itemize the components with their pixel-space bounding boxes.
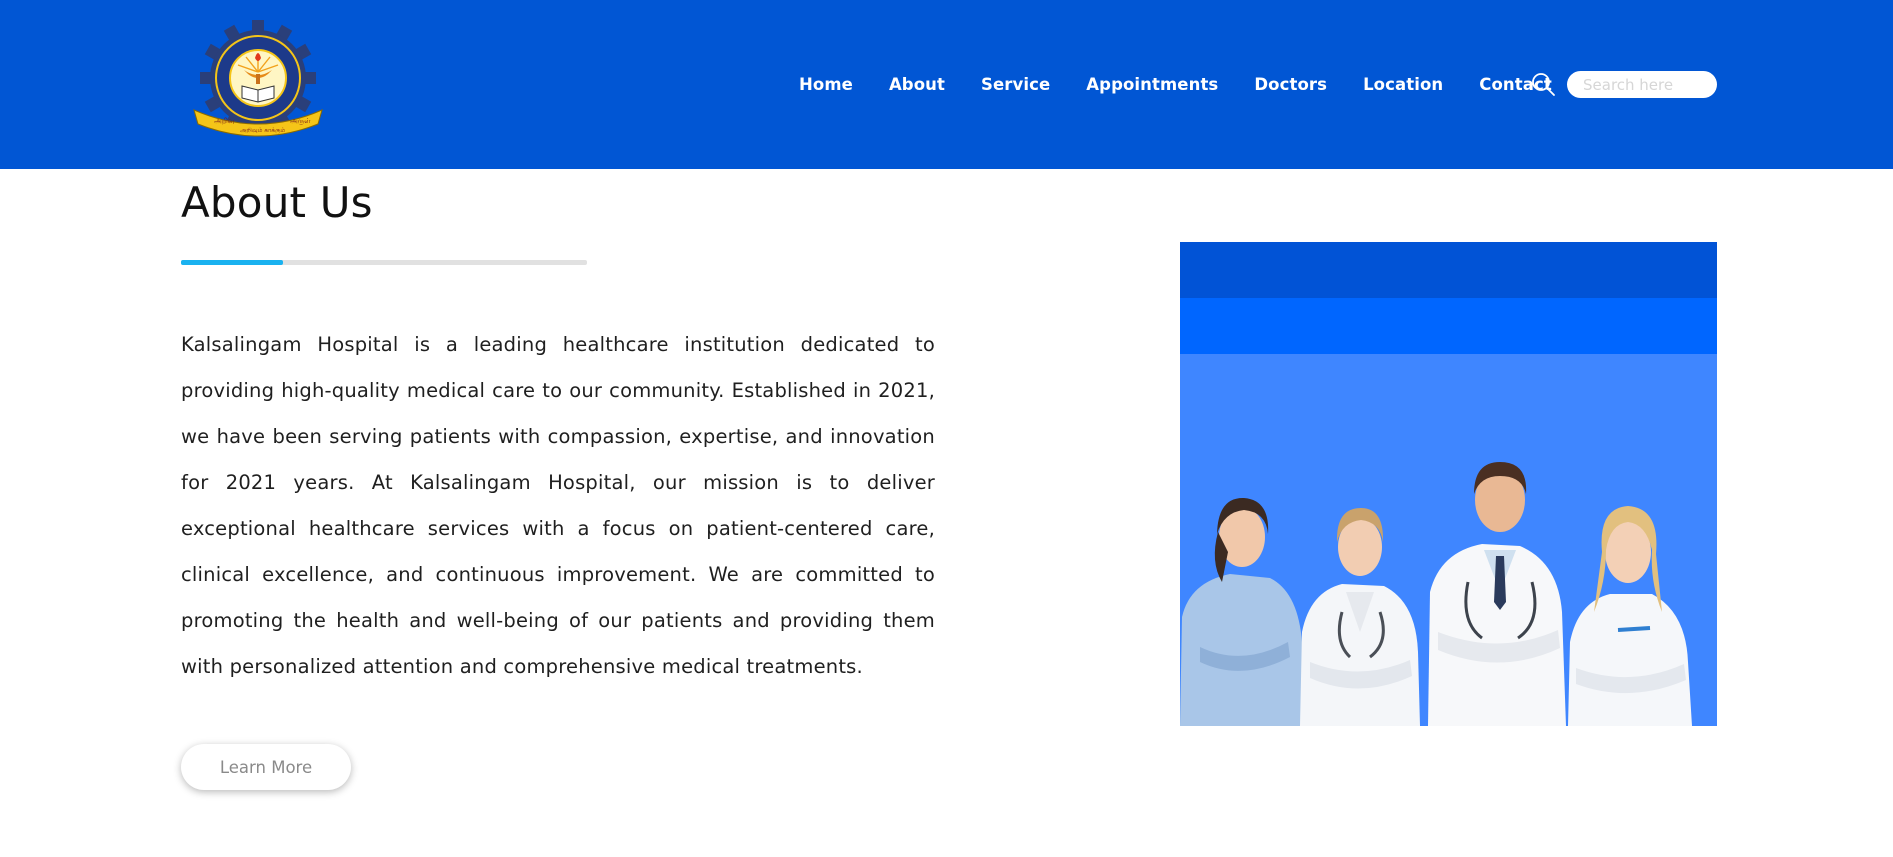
nav-service[interactable]: Service <box>981 75 1050 94</box>
image-band-dark <box>1180 242 1717 298</box>
main-nav: Home About Service Appointments Doctors … <box>799 72 1552 96</box>
nav-home[interactable]: Home <box>799 75 853 94</box>
about-description: Kalsalingam Hospital is a leading health… <box>181 333 935 678</box>
nav-appointments[interactable]: Appointments <box>1086 75 1218 94</box>
nav-location[interactable]: Location <box>1363 75 1443 94</box>
nav-doctors[interactable]: Doctors <box>1254 75 1327 94</box>
doctor-figure-2 <box>1300 508 1420 726</box>
doctor-figure-4 <box>1568 506 1692 726</box>
search-icon[interactable] <box>1530 71 1556 97</box>
image-band-mid <box>1180 298 1717 354</box>
nav-about[interactable]: About <box>889 75 945 94</box>
site-header: அறிவு அறிவும் காக்கும் அருள் Home About … <box>0 0 1893 169</box>
title-underline-accent <box>181 260 283 265</box>
doctor-figure-3 <box>1428 462 1566 726</box>
doctors-image <box>1180 242 1717 726</box>
learn-more-button[interactable]: Learn More <box>181 744 351 790</box>
search-input[interactable] <box>1567 71 1717 98</box>
doctor-figure-1 <box>1180 497 1304 726</box>
logo-emblem-icon: அறிவு அறிவும் காக்கும் அருள் <box>193 20 323 137</box>
doctors-group-illustration <box>1180 462 1692 726</box>
svg-text:அருள்: அருள் <box>290 117 311 125</box>
svg-text:அறிவும் காக்கும்: அறிவும் காக்கும் <box>240 127 285 135</box>
about-title: About Us <box>181 178 373 227</box>
svg-text:அறிவு: அறிவு <box>214 117 235 125</box>
title-underline <box>181 260 587 265</box>
kalasalingam-logo[interactable]: அறிவு அறிவும் காக்கும் அருள் <box>190 20 326 148</box>
